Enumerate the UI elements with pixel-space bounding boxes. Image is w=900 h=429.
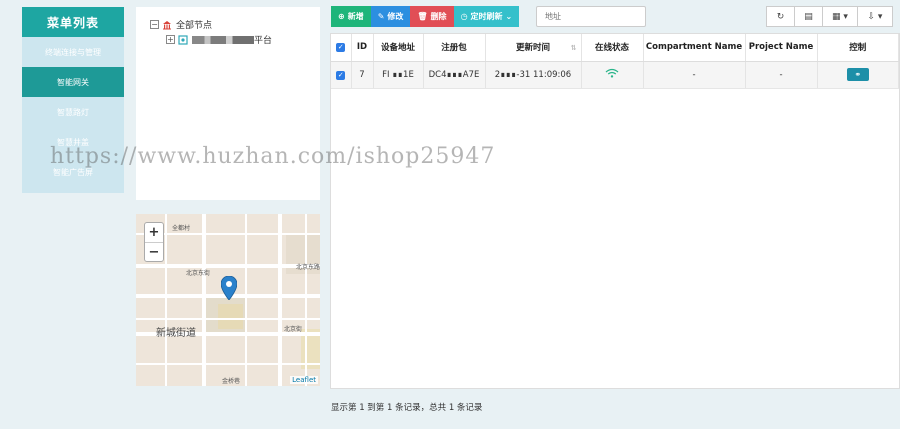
cell-control: ⚭	[817, 61, 899, 89]
collapse-icon[interactable]: −	[150, 20, 159, 29]
plus-circle-icon: ⊕	[338, 12, 345, 21]
col-compartment[interactable]: Compartment Name	[643, 34, 746, 62]
map-view[interactable]: 全都村 北京东街 北京东路 北京街 金桥巷 新城街道 + − Leaflet	[136, 214, 320, 386]
map-label-street-1: 全都村	[172, 225, 191, 232]
map-label-street-2: 北京东街	[186, 270, 211, 277]
trash-icon: 🗑	[417, 12, 428, 21]
table-tools: ↻ ▤ ▦ ▾ ⇩ ▾	[766, 6, 893, 27]
map-label-street-3: 北京东路	[296, 264, 320, 271]
menu-item-gateway[interactable]: 智能网关	[22, 67, 124, 97]
columns-icon: ▦ ▾	[832, 11, 848, 22]
menu-title: 菜单列表	[22, 7, 124, 37]
map-label-street-5: 金桥巷	[222, 378, 241, 385]
cell-project: -	[745, 61, 818, 89]
expand-icon[interactable]: +	[166, 35, 175, 44]
col-address[interactable]: 设备地址	[373, 34, 424, 62]
menu-item-manhole[interactable]: 智慧井盖	[22, 127, 124, 157]
map-district-label: 新城街道	[156, 328, 196, 339]
card-view-icon: ▤	[804, 11, 813, 22]
node-tree: − 全部节点 + 平台	[136, 7, 320, 200]
wifi-icon	[605, 68, 619, 78]
tree-child[interactable]: + 平台	[150, 32, 306, 47]
map-label-street-4: 北京街	[284, 326, 303, 333]
export-icon: ⇩ ▾	[867, 11, 883, 22]
sidebar-menu: 菜单列表 终端连接与管理 智能网关 智慧路灯 智慧井盖 智能广告屏	[22, 7, 124, 193]
tree-child-suffix: 平台	[254, 36, 273, 46]
edit-button[interactable]: ✎ 修改	[370, 6, 411, 27]
col-id[interactable]: ID	[351, 34, 374, 62]
columns-dropdown[interactable]: ▦ ▾	[822, 6, 858, 27]
device-icon	[178, 34, 188, 45]
tree-root[interactable]: − 全部节点	[150, 17, 306, 32]
pagination-info: 显示第 1 到第 1 条记录，总共 1 条记录	[331, 403, 483, 413]
select-all-checkbox[interactable]: ✓	[336, 43, 346, 53]
export-dropdown[interactable]: ⇩ ▾	[857, 6, 893, 27]
building-icon	[163, 20, 171, 29]
col-online[interactable]: 在线状态	[581, 34, 644, 62]
clock-icon: ◷	[460, 12, 468, 21]
zoom-out-button[interactable]: −	[145, 242, 163, 261]
refresh-button[interactable]: ↻	[766, 6, 795, 27]
zoom-control: + −	[144, 222, 164, 262]
action-toolbar: ⊕ 新增 ✎ 修改 🗑 删除 ◷ 定时刷新 ⌄	[331, 6, 520, 27]
chevron-down-icon: ⌄	[505, 12, 513, 21]
cell-online	[581, 61, 644, 89]
edit-button-label: 修改	[387, 12, 404, 21]
link-icon: ⚭	[854, 70, 862, 79]
cell-address: FI ∎∎1E	[373, 61, 424, 89]
row-checkbox[interactable]: ✓	[336, 70, 346, 80]
device-table: ✓ ID 设备地址 注册包 更新时间 ⇅ 在线状态 Compartment Nam…	[331, 34, 899, 89]
col-project[interactable]: Project Name	[745, 34, 818, 62]
cell-register: DC4∎∎∎A7E	[423, 61, 486, 89]
cell-compartment: -	[643, 61, 746, 89]
map-attribution-link[interactable]: Leaflet	[290, 376, 318, 384]
device-table-panel: ✓ ID 设备地址 注册包 更新时间 ⇅ 在线状态 Compartment Nam…	[330, 33, 900, 389]
location-pin-icon[interactable]	[221, 276, 237, 300]
add-button-label: 新增	[347, 12, 364, 21]
refresh-icon: ↻	[776, 11, 785, 22]
col-control[interactable]: 控制	[817, 34, 899, 62]
tree-child-redacted	[192, 35, 254, 44]
tree-root-label: 全部节点	[176, 21, 213, 31]
row-select[interactable]: ✓	[331, 61, 352, 89]
table-row[interactable]: ✓ 7 FI ∎∎1E DC4∎∎∎A7E 2∎∎∎-31 11:09:06 -…	[331, 61, 899, 89]
table-header-row: ✓ ID 设备地址 注册包 更新时间 ⇅ 在线状态 Compartment Nam…	[331, 34, 899, 62]
select-all-header[interactable]: ✓	[331, 34, 352, 62]
address-search-input[interactable]	[536, 6, 646, 27]
delete-button-label: 删除	[430, 12, 447, 21]
menu-item-terminal[interactable]: 终端连接与管理	[22, 37, 124, 67]
col-updated-label: 更新时间	[515, 43, 550, 54]
menu-item-ad-screen[interactable]: 智能广告屏	[22, 157, 124, 187]
timer-refresh-dropdown[interactable]: ◷ 定时刷新 ⌄	[453, 6, 520, 27]
menu-item-streetlight[interactable]: 智慧路灯	[22, 97, 124, 127]
timer-refresh-label: 定时刷新	[470, 12, 503, 21]
zoom-in-button[interactable]: +	[145, 223, 163, 242]
toggle-view-button[interactable]: ▤	[794, 6, 823, 27]
sort-icon: ⇅	[570, 44, 577, 52]
col-updated[interactable]: 更新时间 ⇅	[485, 34, 582, 62]
delete-button[interactable]: 🗑 删除	[410, 6, 454, 27]
col-register[interactable]: 注册包	[423, 34, 486, 62]
cell-id: 7	[351, 61, 374, 89]
control-button[interactable]: ⚭	[846, 68, 869, 81]
cell-updated: 2∎∎∎-31 11:09:06	[485, 61, 582, 89]
pencil-icon: ✎	[377, 12, 385, 21]
add-button[interactable]: ⊕ 新增	[331, 6, 371, 27]
